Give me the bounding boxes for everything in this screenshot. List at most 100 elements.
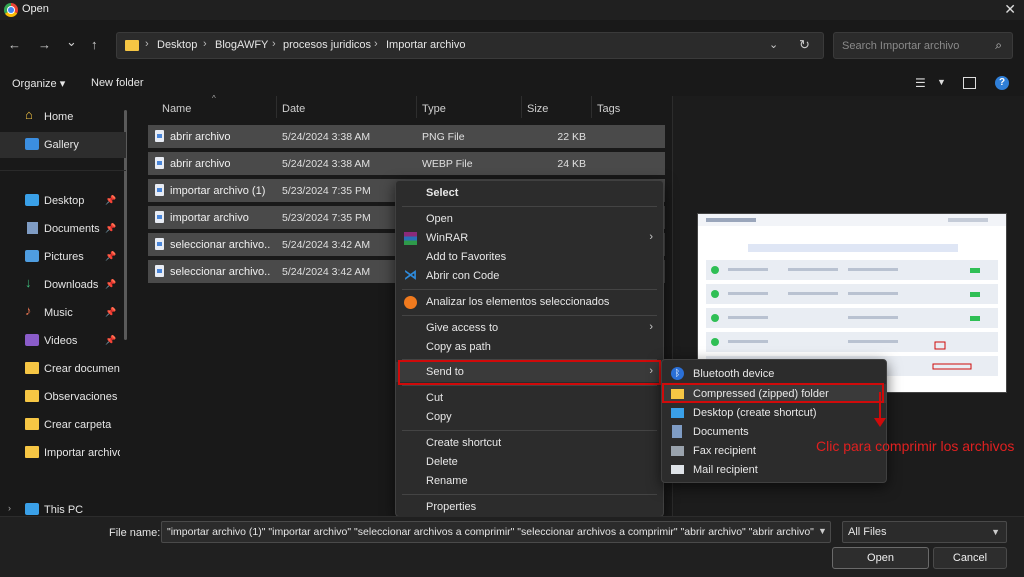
image-file-icon xyxy=(155,184,164,196)
breadcrumb-desktop[interactable]: Desktop xyxy=(157,39,197,51)
menu-item-label: Cut xyxy=(426,392,444,404)
chevron-down-icon[interactable]: ⌄ xyxy=(769,38,778,51)
chevron-right-icon: › xyxy=(649,231,653,243)
fax-icon xyxy=(671,446,684,456)
annotation-arrow-head xyxy=(874,418,886,427)
preview-pane-icon[interactable] xyxy=(963,77,976,89)
breadcrumb-procesos[interactable]: procesos juridicos xyxy=(283,39,371,51)
pin-icon[interactable]: 📌 xyxy=(105,307,116,318)
breadcrumb-importar[interactable]: Importar archivo xyxy=(386,39,465,51)
file-row[interactable]: abrir archivo 5/24/2024 3:38 AM WEBP Fil… xyxy=(148,152,665,175)
sidebar-item-crear-documento[interactable]: Crear documento xyxy=(0,356,126,382)
pictures-icon xyxy=(25,250,39,262)
back-button[interactable]: ← xyxy=(8,37,21,52)
menu-item-create-shortcut[interactable]: Create shortcut xyxy=(396,433,663,453)
column-divider[interactable] xyxy=(591,96,592,118)
address-bar[interactable]: › Desktop › BlogAWFY › procesos juridico… xyxy=(116,32,824,59)
organize-button[interactable]: Organize ▾ xyxy=(12,77,65,90)
menu-item-mail[interactable]: Mail recipient xyxy=(662,460,886,479)
forward-button[interactable]: → xyxy=(38,37,51,52)
cancel-button[interactable]: Cancel xyxy=(933,547,1007,569)
videos-icon xyxy=(25,334,39,346)
column-header-type[interactable]: Type xyxy=(422,103,446,115)
menu-item-give-access[interactable]: Give access to › xyxy=(396,318,663,338)
folder-icon xyxy=(125,40,139,51)
pin-icon[interactable]: 📌 xyxy=(105,279,116,290)
search-input[interactable]: Search Importar archivo ⌕ xyxy=(833,32,1013,59)
folder-icon xyxy=(25,362,39,374)
new-folder-button[interactable]: New folder xyxy=(91,77,144,89)
sidebar-item-music[interactable]: ♪ Music 📌 xyxy=(0,300,126,326)
sidebar-item-downloads[interactable]: ↓ Downloads 📌 xyxy=(0,272,126,298)
chevron-right-icon[interactable]: › xyxy=(8,503,11,513)
column-header-name[interactable]: Name xyxy=(162,103,191,115)
menu-item-label: Mail recipient xyxy=(693,464,758,476)
column-header-date[interactable]: Date xyxy=(282,103,305,115)
pin-icon[interactable]: 📌 xyxy=(105,195,116,206)
up-button[interactable]: ↑ xyxy=(91,37,98,52)
menu-item-analizar[interactable]: Analizar los elementos seleccionados xyxy=(396,292,663,312)
menu-item-desktop-shortcut[interactable]: Desktop (create shortcut) xyxy=(662,403,886,422)
menu-item-label: Analizar los elementos seleccionados xyxy=(426,296,610,308)
sidebar-item-pictures[interactable]: Pictures 📌 xyxy=(0,244,126,270)
file-name: importar archivo (1) xyxy=(170,185,266,197)
pin-icon[interactable]: 📌 xyxy=(105,223,116,234)
menu-item-add-favorites[interactable]: Add to Favorites xyxy=(396,247,663,267)
sidebar-item-observaciones[interactable]: Observaciones xyxy=(0,384,126,410)
pin-icon[interactable]: 📌 xyxy=(105,251,116,262)
menu-item-winrar[interactable]: WinRAR › xyxy=(396,228,663,248)
sidebar-item-importar-archivo[interactable]: Importar archivo xyxy=(0,440,126,466)
column-divider[interactable] xyxy=(416,96,417,118)
help-icon[interactable]: ? xyxy=(995,76,1009,90)
sidebar-item-home[interactable]: ⌂ Home xyxy=(0,104,126,130)
menu-item-abrir-con-code[interactable]: ⋊ Abrir con Code xyxy=(396,266,663,286)
vscode-icon: ⋊ xyxy=(404,267,417,282)
menu-item-open[interactable]: Open xyxy=(396,209,663,229)
column-header-size[interactable]: Size xyxy=(527,103,548,115)
chevron-down-icon[interactable]: ▼ xyxy=(818,526,827,536)
menu-item-bluetooth[interactable]: ᛒ Bluetooth device xyxy=(662,364,886,383)
menu-item-label: Bluetooth device xyxy=(693,368,775,380)
chrome-icon xyxy=(4,3,18,17)
sidebar-item-documents[interactable]: Documents 📌 xyxy=(0,216,126,242)
menu-item-copy-path[interactable]: Copy as path xyxy=(396,337,663,357)
sidebar-item-gallery[interactable]: Gallery xyxy=(0,132,126,158)
menu-separator xyxy=(402,430,657,431)
open-button[interactable]: Open xyxy=(832,547,929,569)
folder-icon xyxy=(25,418,39,430)
sidebar-item-videos[interactable]: Videos 📌 xyxy=(0,328,126,354)
chevron-down-icon[interactable]: ▼ xyxy=(937,77,946,87)
column-divider[interactable] xyxy=(276,96,277,118)
column-header-tags[interactable]: Tags xyxy=(597,103,620,115)
sidebar-item-crear-carpeta[interactable]: Crear carpeta xyxy=(0,412,126,438)
file-row[interactable]: abrir archivo 5/24/2024 3:38 AM PNG File… xyxy=(148,125,665,148)
chevron-right-icon: › xyxy=(649,321,653,333)
file-type-filter[interactable]: All Files ▼ xyxy=(842,521,1007,543)
file-name-input[interactable]: "importar archivo (1)" "importar archivo… xyxy=(161,521,831,543)
menu-item-select[interactable]: Select xyxy=(396,183,663,203)
file-name: abrir archivo xyxy=(170,131,231,143)
image-file-icon xyxy=(155,265,164,277)
refresh-icon[interactable]: ↻ xyxy=(799,37,810,53)
menu-item-label: Desktop (create shortcut) xyxy=(693,407,817,419)
close-button[interactable]: ✕ xyxy=(1004,1,1016,18)
breadcrumb-separator: › xyxy=(145,38,149,50)
menu-item-rename[interactable]: Rename xyxy=(396,471,663,491)
file-name: seleccionar archivo... xyxy=(170,239,270,251)
pin-icon[interactable]: 📌 xyxy=(105,335,116,346)
menu-item-delete[interactable]: Delete xyxy=(396,452,663,472)
file-date: 5/24/2024 3:42 AM xyxy=(282,266,371,278)
sidebar-item-desktop[interactable]: Desktop 📌 xyxy=(0,188,126,214)
menu-item-copy[interactable]: Copy xyxy=(396,407,663,427)
menu-item-label: Copy as path xyxy=(426,341,491,353)
menu-item-cut[interactable]: Cut xyxy=(396,388,663,408)
annotation-arrow xyxy=(879,392,881,420)
recent-locations-button[interactable]: ⌄ xyxy=(66,34,77,50)
view-options-icon[interactable]: ☰ xyxy=(915,76,926,90)
downloads-icon: ↓ xyxy=(25,275,32,290)
file-type: WEBP File xyxy=(422,158,473,170)
avast-icon xyxy=(404,296,417,309)
breadcrumb-blogawfy[interactable]: BlogAWFY xyxy=(215,39,268,51)
column-divider[interactable] xyxy=(521,96,522,118)
menu-item-properties[interactable]: Properties xyxy=(396,497,663,517)
